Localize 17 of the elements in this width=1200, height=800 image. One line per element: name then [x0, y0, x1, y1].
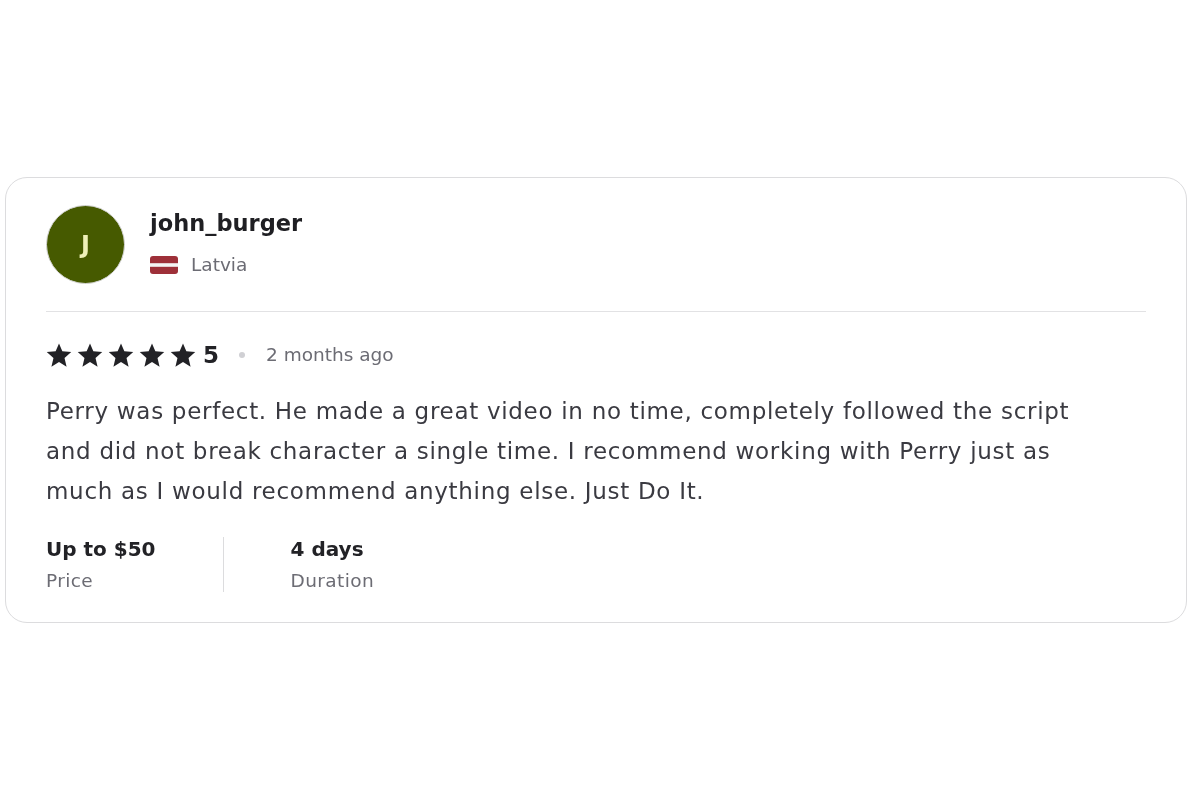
star-icon: [46, 342, 72, 368]
rating-value: 5: [203, 341, 219, 369]
reviewer-name: john_burger: [150, 209, 303, 238]
stat-value: 4 days: [290, 537, 365, 561]
stat-value: Up to $50: [46, 537, 156, 561]
stat-label: Price: [46, 570, 95, 592]
stat-label: Duration: [290, 570, 375, 592]
star-icon: [170, 342, 196, 368]
star-icon: [108, 342, 134, 368]
separator-dot-icon: [239, 352, 245, 358]
reviewer-country: Latvia: [191, 253, 248, 277]
flag-icon: [150, 256, 178, 274]
star-icon: [77, 342, 103, 368]
avatar: J: [46, 205, 125, 284]
star-icon: [139, 342, 165, 368]
review-time: 2 months ago: [266, 343, 394, 367]
review-text: Perry was perfect. He made a great video in no time, completely followed the script and did not break character a single time. I recommend working with Perry just as much as I would recommend anything else. Just Do It.: [46, 397, 1071, 506]
